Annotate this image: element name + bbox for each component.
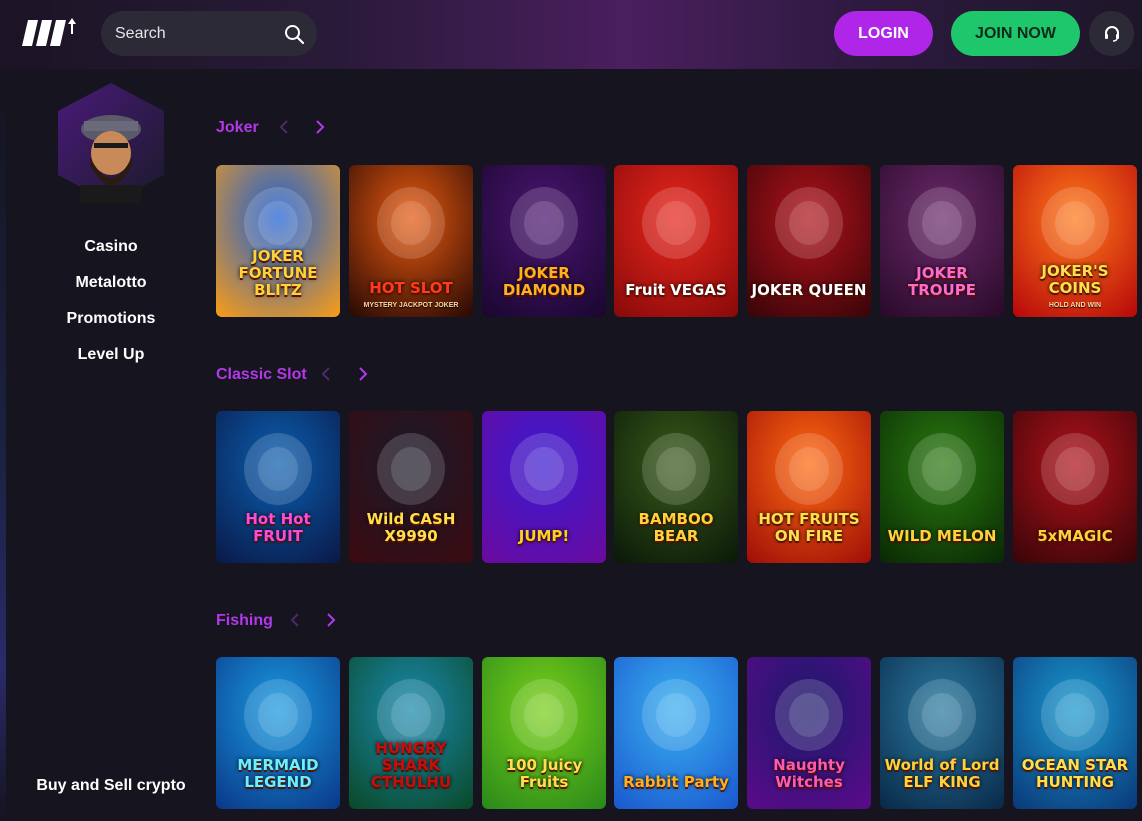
sidebar-edge-glow [0,69,6,821]
game-tile[interactable]: JOKER QUEEN [747,165,871,317]
game-title: Hot Hot FRUIT [245,510,311,545]
search-bar[interactable] [101,11,317,56]
game-title: Fruit VEGAS [625,281,727,299]
avatar [58,83,164,203]
top-bar: LOGIN JOIN NOW [0,0,1142,69]
sidebar-item-metalotto[interactable]: Metalotto [0,273,222,309]
search-icon[interactable] [283,23,305,45]
game-title: JOKER QUEEN [751,281,867,299]
prev-arrow-icon[interactable] [278,119,290,135]
game-title: JOKER DIAMOND [502,264,586,299]
game-title: BAMBOO BEAR [638,510,714,545]
game-tile[interactable]: HUNGRY SHARK CTHULHU [349,657,473,809]
game-title: OCEAN STAR HUNTING [1021,756,1129,791]
game-tile[interactable]: World of Lord ELF KING [880,657,1004,809]
game-tile[interactable]: JOKER DIAMOND [482,165,606,317]
buy-sell-crypto-link[interactable]: Buy and Sell crypto [0,777,222,795]
game-tile[interactable]: 100 Juicy Fruits [482,657,606,809]
sidebar-nav: Casino Metalotto Promotions Level Up [0,237,222,381]
game-title: MERMAID LEGEND [237,756,319,791]
sidebar-item-promotions[interactable]: Promotions [0,309,222,345]
game-tile[interactable]: JOKER'S COINS HOLD AND WIN [1013,165,1137,317]
game-tile[interactable]: OCEAN STAR HUNTING [1013,657,1137,809]
game-title: Rabbit Party [623,773,729,791]
game-title: HOT FRUITS ON FIRE [758,510,860,545]
game-tile[interactable]: WILD MELON [880,411,1004,563]
game-title: 5xMAGIC [1037,527,1113,545]
section-title-joker: Joker [216,119,259,136]
game-tile[interactable]: Fruit VEGAS [614,165,738,317]
section-title-fishing: Fishing [216,612,273,629]
game-tile[interactable]: Rabbit Party [614,657,738,809]
search-input[interactable] [115,24,275,43]
sidebar-item-casino[interactable]: Casino [0,237,222,273]
game-tile[interactable]: BAMBOO BEAR [614,411,738,563]
game-tile[interactable]: JOKER FORTUNE BLITZ [216,165,340,317]
game-title: JOKER'S COINS [1041,262,1109,297]
next-arrow-icon[interactable] [314,119,326,135]
game-tile[interactable]: Wild CASH X9990 [349,411,473,563]
game-title: World of Lord ELF KING [884,756,1000,791]
game-subtitle: HOLD AND WIN [1048,302,1102,309]
game-title: HOT SLOT [369,279,453,297]
game-title: JOKER FORTUNE BLITZ [238,247,318,299]
game-title: WILD MELON [887,527,997,545]
game-tile[interactable]: MERMAID LEGEND [216,657,340,809]
prev-arrow-icon[interactable] [289,612,301,628]
game-title: JUMP! [518,527,570,545]
site-logo[interactable] [22,16,76,50]
section-title-classic-slot: Classic Slot [216,366,307,383]
next-arrow-icon[interactable] [357,366,369,382]
game-title: Wild CASH X9990 [366,510,456,545]
support-button[interactable] [1089,11,1134,56]
game-title: HUNGRY SHARK CTHULHU [370,739,452,791]
sidebar: Casino Metalotto Promotions Level Up Buy… [0,69,200,821]
headset-icon [1104,25,1119,42]
game-title: 100 Juicy Fruits [505,756,583,791]
game-title: JOKER TROUPE [908,264,976,299]
game-title: Naughty Witches [773,756,845,791]
sidebar-item-level-up[interactable]: Level Up [0,345,222,381]
game-tile[interactable]: JUMP! [482,411,606,563]
join-now-button[interactable]: JOIN NOW [951,11,1080,56]
game-tile[interactable]: JOKER TROUPE [880,165,1004,317]
game-subtitle: MYSTERY JACKPOT JOKER [363,302,459,309]
login-button[interactable]: LOGIN [834,11,933,56]
game-tile[interactable]: Hot Hot FRUIT [216,411,340,563]
game-tile[interactable]: HOT FRUITS ON FIRE [747,411,871,563]
prev-arrow-icon[interactable] [320,366,332,382]
game-tile[interactable]: Naughty Witches [747,657,871,809]
game-tile[interactable]: HOT SLOT MYSTERY JACKPOT JOKER [349,165,473,317]
next-arrow-icon[interactable] [325,612,337,628]
game-tile[interactable]: 5xMAGIC [1013,411,1137,563]
